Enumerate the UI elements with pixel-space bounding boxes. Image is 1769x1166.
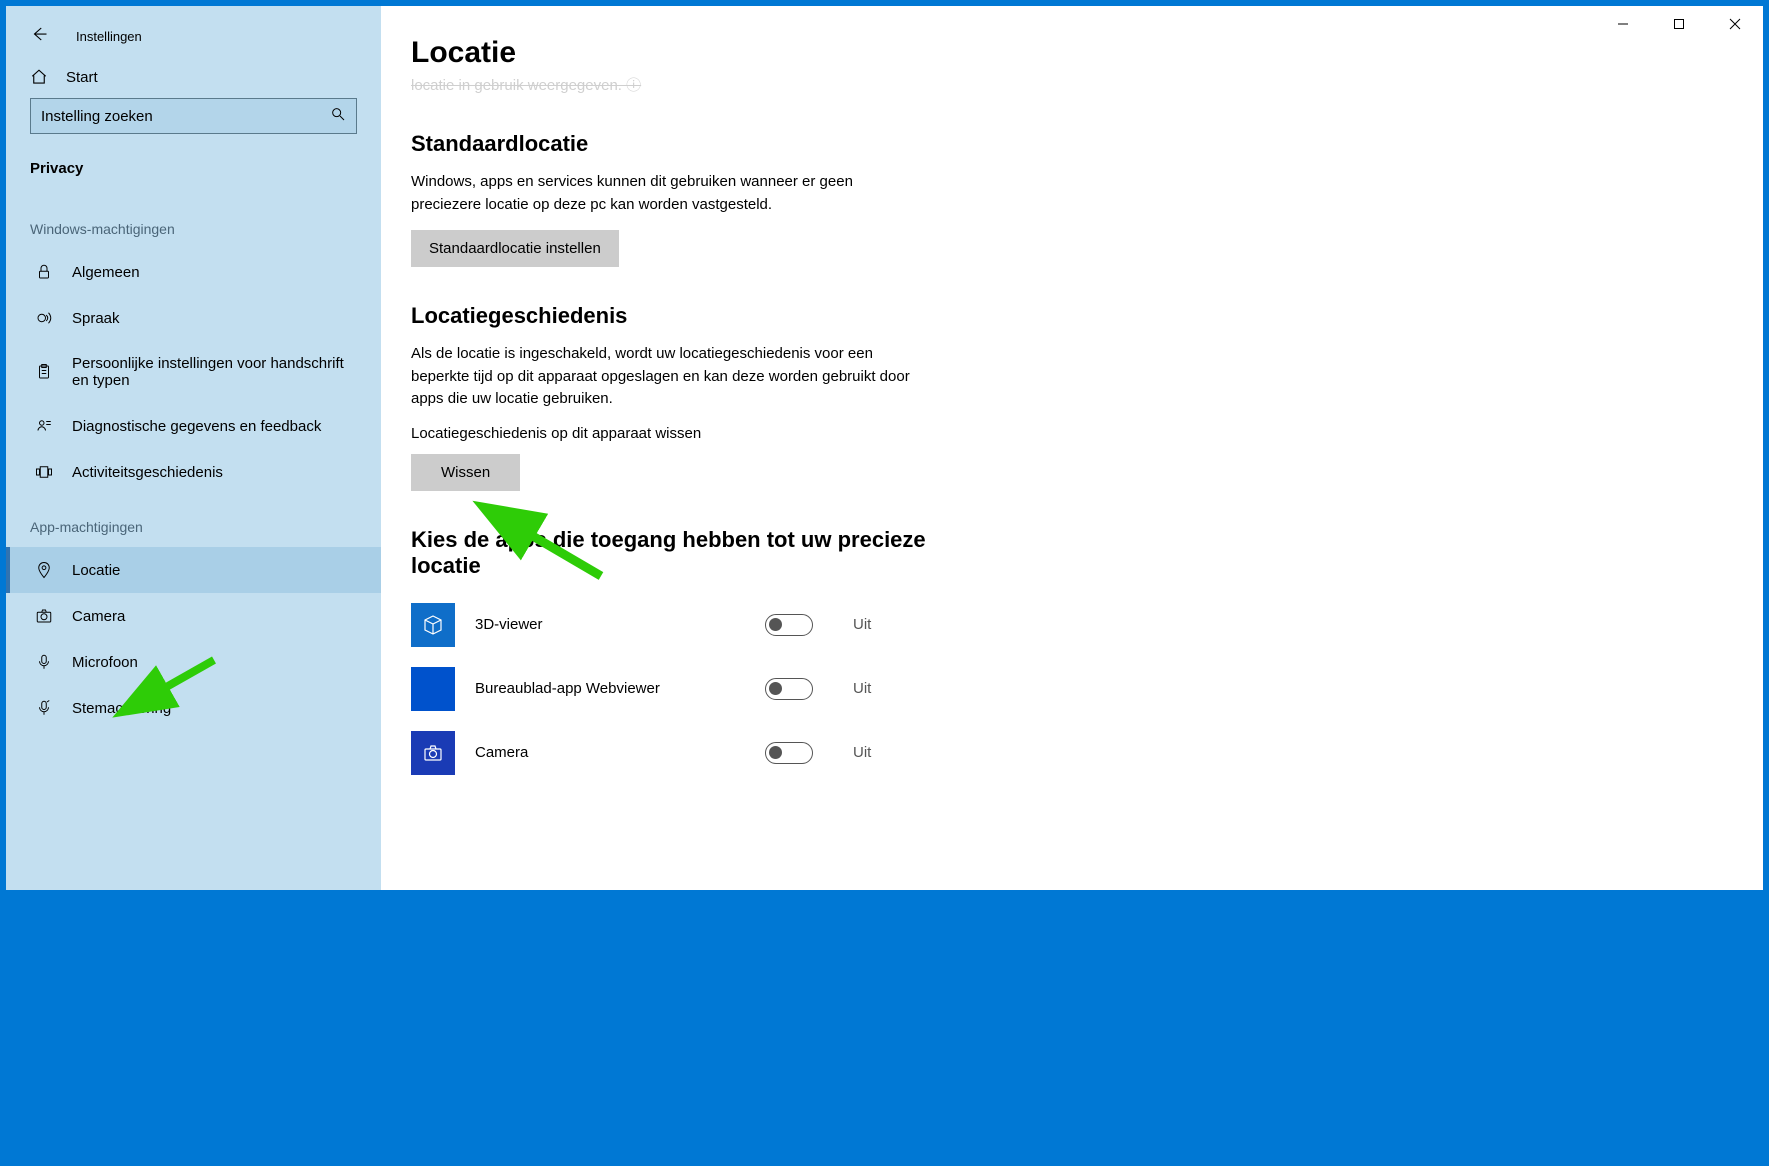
history-icon (34, 463, 54, 481)
back-button[interactable] (30, 25, 48, 48)
search-input[interactable] (41, 108, 300, 125)
page-title: Locatie (411, 36, 1733, 70)
clear-history-button[interactable]: Wissen (411, 454, 520, 491)
section-history-heading: Locatiegeschiedenis (411, 303, 1733, 329)
sidebar-item-label: Persoonlijke instellingen voor handschri… (72, 355, 352, 389)
section-history-desc: Als de locatie is ingeschakeld, wordt uw… (411, 343, 921, 411)
feedback-icon (34, 417, 54, 435)
mic-icon (34, 653, 54, 671)
sidebar-item-label: Microfoon (72, 654, 138, 671)
clear-history-label: Locatiegeschiedenis op dit apparaat wiss… (411, 425, 1733, 442)
lock-icon (34, 263, 54, 281)
sidebar-home-label: Start (66, 69, 98, 86)
minimize-button[interactable] (1595, 6, 1651, 42)
sidebar-item-microfoon[interactable]: Microfoon (6, 639, 381, 685)
toggle-state: Uit (853, 744, 871, 761)
app-row-3dviewer: 3D-viewer Uit (411, 593, 1733, 657)
app-name: Bureaublad-app Webviewer (475, 680, 745, 697)
camera-icon (34, 607, 54, 625)
speech-icon (34, 309, 54, 327)
home-icon (30, 68, 50, 86)
close-button[interactable] (1707, 6, 1763, 42)
clipboard-icon (34, 363, 54, 381)
maximize-button[interactable] (1651, 6, 1707, 42)
app-row-webviewer: Bureaublad-app Webviewer Uit (411, 657, 1733, 721)
set-default-location-button[interactable]: Standaardlocatie instellen (411, 230, 619, 267)
sidebar-item-spraak[interactable]: Spraak (6, 295, 381, 341)
sidebar-item-diag[interactable]: Diagnostische gegevens en feedback (6, 403, 381, 449)
window-title: Instellingen (76, 29, 142, 44)
sidebar-item-label: Algemeen (72, 264, 140, 281)
toggle-state: Uit (853, 616, 871, 633)
truncated-line: locatie in gebruik weergegeven. ⓘ (411, 74, 1733, 95)
search-icon (330, 106, 346, 127)
search-input-wrap[interactable] (30, 98, 357, 134)
app-icon-webviewer (411, 667, 455, 711)
app-toggle-3dviewer[interactable] (765, 614, 813, 636)
titlebar-left: Instellingen (6, 16, 381, 56)
sidebar-item-label: Stemactivering (72, 700, 171, 717)
sidebar-item-label: Activiteitsgeschiedenis (72, 464, 223, 481)
sidebar-item-act[interactable]: Activiteitsgeschiedenis (6, 449, 381, 495)
toggle-state: Uit (853, 680, 871, 697)
sidebar-item-inkt[interactable]: Persoonlijke instellingen voor handschri… (6, 341, 381, 403)
app-name: Camera (475, 744, 745, 761)
sidebar-item-algemeen[interactable]: Algemeen (6, 249, 381, 295)
sidebar-item-locatie[interactable]: Locatie (6, 547, 381, 593)
sidebar-item-label: Spraak (72, 310, 120, 327)
settings-window: Instellingen Start Privacy Windows-macht… (6, 6, 1763, 890)
sidebar-item-camera[interactable]: Camera (6, 593, 381, 639)
content-pane: Locatie locatie in gebruik weergegeven. … (381, 6, 1763, 890)
sidebar-group-apps: App-machtigingen (6, 495, 381, 547)
app-toggle-webviewer[interactable] (765, 678, 813, 700)
sidebar-item-label: Locatie (72, 562, 120, 579)
sidebar: Instellingen Start Privacy Windows-macht… (6, 6, 381, 890)
sidebar-item-stem[interactable]: Stemactivering (6, 685, 381, 731)
sidebar-group-windows: Windows-machtigingen (6, 197, 381, 249)
sidebar-item-label: Diagnostische gegevens en feedback (72, 418, 321, 435)
app-icon-camera (411, 731, 455, 775)
voice-icon (34, 699, 54, 717)
sidebar-item-label: Camera (72, 608, 125, 625)
sidebar-category: Privacy (6, 152, 381, 197)
section-apps-heading: Kies de apps die toegang hebben tot uw p… (411, 527, 931, 579)
app-row-camera: Camera Uit (411, 721, 1733, 785)
app-toggle-camera[interactable] (765, 742, 813, 764)
sidebar-home[interactable]: Start (6, 56, 381, 98)
section-default-heading: Standaardlocatie (411, 131, 1733, 157)
section-default-desc: Windows, apps en services kunnen dit geb… (411, 171, 921, 216)
app-icon-3dviewer (411, 603, 455, 647)
app-name: 3D-viewer (475, 616, 745, 633)
window-controls (1595, 6, 1763, 42)
location-icon (34, 561, 54, 579)
